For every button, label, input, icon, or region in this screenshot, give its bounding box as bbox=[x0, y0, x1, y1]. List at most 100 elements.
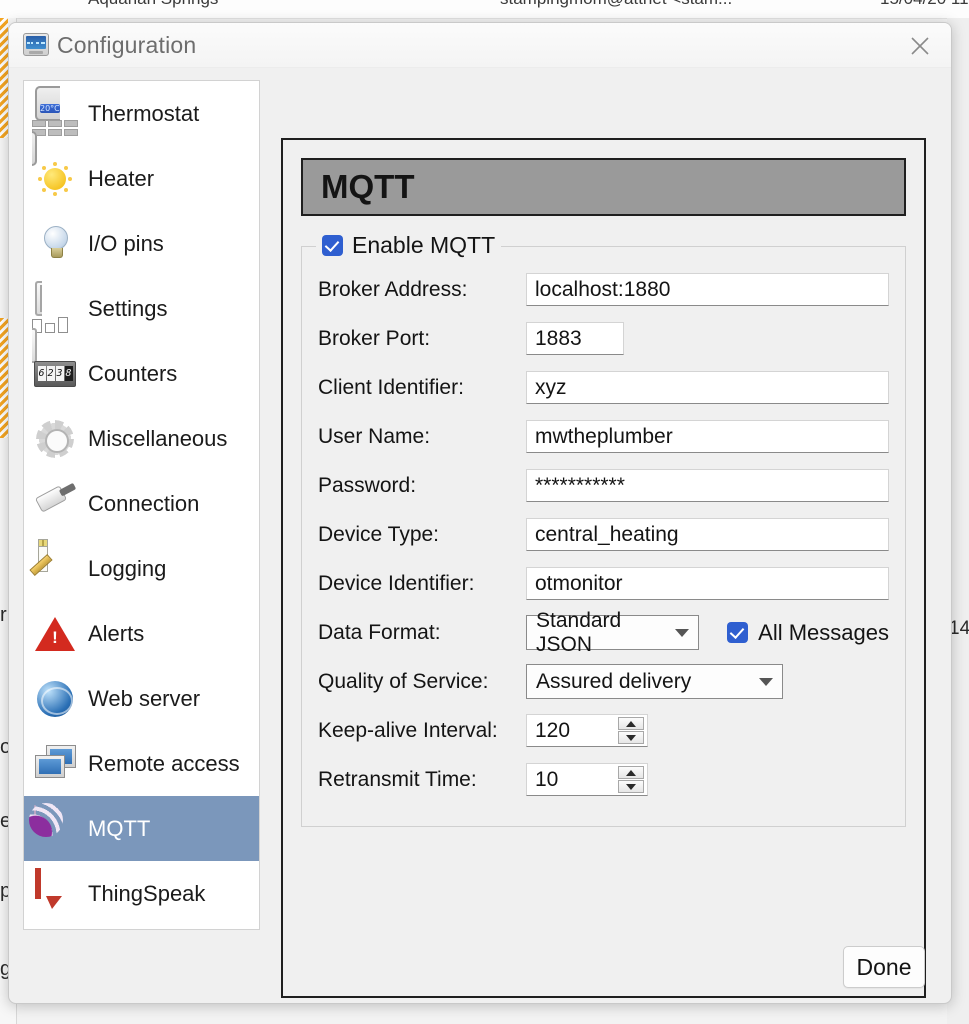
keep-alive-value: 120 bbox=[535, 718, 571, 742]
retransmit-time-row: Retransmit Time: 10 bbox=[318, 755, 889, 804]
sidebar-item-label: Connection bbox=[88, 490, 200, 516]
thermostat-icon: 20°C bbox=[32, 85, 78, 166]
broker-port-input[interactable]: 1883 bbox=[526, 322, 624, 355]
spin-down-icon[interactable] bbox=[618, 780, 644, 793]
sidebar-item-mqtt[interactable]: MQTT bbox=[24, 796, 259, 861]
background-email-text: stampingmom@attnet <stam... bbox=[500, 0, 732, 9]
enable-mqtt-checkbox[interactable] bbox=[322, 235, 343, 256]
sidebar-item-thingspeak[interactable]: ThingSpeak bbox=[24, 861, 259, 926]
keep-alive-label: Keep-alive Interval: bbox=[318, 718, 498, 742]
sidebar-item-remote-access[interactable]: Remote access bbox=[24, 731, 259, 796]
sidebar-item-label: MQTT bbox=[88, 815, 151, 841]
monitor-waveform-icon bbox=[23, 33, 49, 56]
keep-alive-stepper[interactable]: 120 bbox=[526, 714, 648, 747]
sidebar-item-label: Miscellaneous bbox=[88, 425, 228, 451]
plug-icon bbox=[32, 481, 78, 527]
client-identifier-input[interactable]: xyz bbox=[526, 371, 889, 404]
device-identifier-input[interactable]: otmonitor bbox=[526, 567, 889, 600]
quality-of-service-select[interactable]: Assured delivery bbox=[526, 664, 783, 699]
all-messages-checkbox[interactable] bbox=[727, 622, 749, 643]
sidebar-item-label: Logging bbox=[88, 555, 167, 581]
configuration-dialog: Configuration 20°C Thermostat Heater I/O… bbox=[8, 22, 952, 1004]
broker-port-row: Broker Port: 1883 bbox=[318, 314, 889, 363]
sidebar-item-label: Remote access bbox=[88, 750, 240, 776]
sidebar-item-io-pins[interactable]: I/O pins bbox=[24, 211, 259, 276]
all-messages-row[interactable]: All Messages bbox=[727, 620, 889, 646]
quality-of-service-label: Quality of Service: bbox=[318, 669, 489, 693]
sidebar-item-counters[interactable]: 6238 Counters bbox=[24, 341, 259, 406]
mqtt-settings-group: Enable MQTT Broker Address: localhost:18… bbox=[301, 232, 906, 827]
device-type-input[interactable]: central_heating bbox=[526, 518, 889, 551]
quality-of-service-row: Quality of Service: Assured delivery bbox=[318, 657, 889, 706]
sidebar-item-web-server[interactable]: Web server bbox=[24, 666, 259, 731]
password-row: Password: *********** bbox=[318, 461, 889, 510]
background-fragment: r bbox=[0, 604, 7, 626]
password-label: Password: bbox=[318, 473, 417, 497]
chevron-down-icon bbox=[759, 677, 773, 686]
sidebar-item-settings[interactable]: Settings bbox=[24, 276, 259, 363]
retransmit-time-label: Retransmit Time: bbox=[318, 767, 477, 791]
device-identifier-label: Device Identifier: bbox=[318, 571, 475, 595]
keep-alive-spin-buttons[interactable] bbox=[618, 717, 644, 744]
notepad-pencil-icon bbox=[29, 538, 78, 592]
data-format-row: Data Format: Standard JSON All Messages bbox=[318, 608, 889, 657]
client-identifier-row: Client Identifier: xyz bbox=[318, 363, 889, 412]
spin-up-icon[interactable] bbox=[618, 766, 644, 779]
lightbulb-icon bbox=[32, 221, 78, 267]
user-name-input[interactable]: mwtheplumber bbox=[526, 420, 889, 453]
broker-address-input[interactable]: localhost:1880 bbox=[526, 273, 889, 306]
chevron-down-icon bbox=[675, 628, 690, 637]
data-format-label: Data Format: bbox=[318, 620, 441, 644]
dialog-body: 20°C Thermostat Heater I/O pins Settings bbox=[9, 68, 951, 998]
sidebar-item-miscellaneous[interactable]: Miscellaneous bbox=[24, 406, 259, 471]
password-input[interactable]: *********** bbox=[526, 469, 889, 502]
dialog-title: Configuration bbox=[57, 32, 197, 58]
sidebar-item-thermostat[interactable]: 20°C Thermostat bbox=[24, 81, 259, 166]
all-messages-label: All Messages bbox=[758, 619, 889, 645]
retransmit-time-value: 10 bbox=[535, 767, 559, 791]
page-title: MQTT bbox=[301, 158, 906, 216]
enable-mqtt-label: Enable MQTT bbox=[352, 232, 496, 258]
broker-address-label: Broker Address: bbox=[318, 277, 468, 301]
background-app-title: Aquarian Springs bbox=[88, 0, 218, 9]
user-name-label: User Name: bbox=[318, 424, 431, 448]
gear-icon bbox=[32, 416, 78, 462]
mqtt-icon bbox=[32, 804, 78, 852]
background-stripe bbox=[0, 318, 8, 438]
sidebar-item-label: Alerts bbox=[88, 620, 145, 646]
retransmit-time-stepper[interactable]: 10 bbox=[526, 763, 648, 796]
speech-bubble-icon bbox=[32, 867, 78, 917]
page-title-text: MQTT bbox=[321, 168, 415, 205]
sidebar-item-connection[interactable]: Connection bbox=[24, 471, 259, 536]
category-sidebar[interactable]: 20°C Thermostat Heater I/O pins Settings bbox=[23, 80, 260, 930]
sidebar-item-label: Thermostat bbox=[88, 100, 200, 126]
device-identifier-row: Device Identifier: otmonitor bbox=[318, 559, 889, 608]
enable-mqtt-row[interactable]: Enable MQTT bbox=[316, 232, 502, 259]
background-fragment: 14 bbox=[949, 618, 969, 639]
broker-address-row: Broker Address: localhost:1880 bbox=[318, 265, 889, 314]
data-format-select[interactable]: Standard JSON bbox=[526, 609, 700, 656]
dialog-footer: Done bbox=[9, 946, 951, 1002]
broker-port-label: Broker Port: bbox=[318, 326, 431, 350]
done-button[interactable]: Done bbox=[843, 946, 925, 988]
retransmit-spin-buttons[interactable] bbox=[618, 766, 644, 793]
quality-of-service-value: Assured delivery bbox=[536, 669, 692, 693]
background-topbar: Aquarian Springs stampingmom@attnet <sta… bbox=[0, 0, 969, 19]
sun-icon bbox=[32, 156, 78, 202]
background-stripe bbox=[0, 18, 8, 138]
close-icon[interactable] bbox=[903, 32, 937, 60]
sidebar-item-label: Counters bbox=[88, 360, 178, 386]
sliders-icon bbox=[32, 280, 78, 363]
sidebar-item-heater[interactable]: Heater bbox=[24, 146, 259, 211]
dialog-titlebar: Configuration bbox=[9, 23, 951, 68]
warning-icon bbox=[32, 611, 78, 657]
counter-icon: 6238 bbox=[32, 351, 78, 397]
spin-down-icon[interactable] bbox=[618, 731, 644, 744]
sidebar-item-logging[interactable]: Logging bbox=[24, 536, 259, 601]
device-type-label: Device Type: bbox=[318, 522, 440, 546]
sidebar-item-label: ThingSpeak bbox=[88, 880, 206, 906]
spin-up-icon[interactable] bbox=[618, 717, 644, 730]
sidebar-item-alerts[interactable]: Alerts bbox=[24, 601, 259, 666]
sidebar-item-label: I/O pins bbox=[88, 230, 164, 256]
sidebar-item-label: Heater bbox=[88, 165, 155, 191]
